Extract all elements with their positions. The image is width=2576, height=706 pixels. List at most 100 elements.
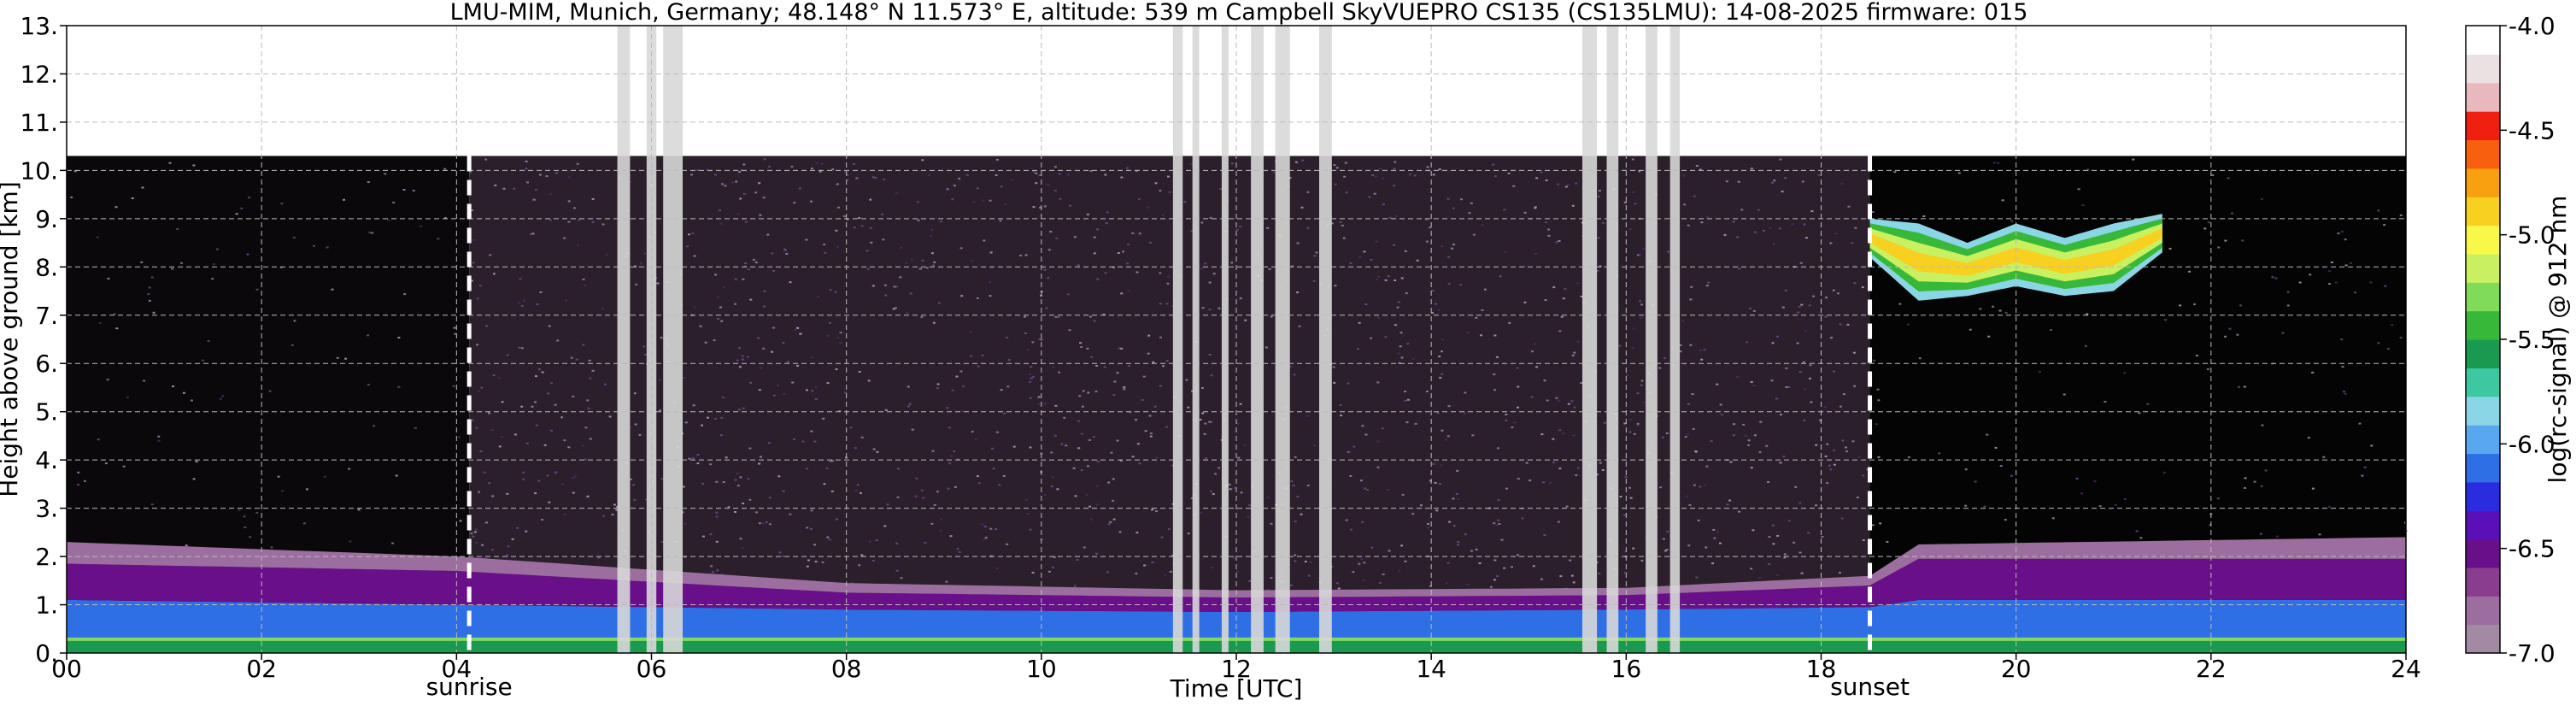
noise-pixel: [1400, 544, 1404, 547]
noise-pixel: [1444, 438, 1447, 441]
noise-pixel: [2377, 209, 2380, 212]
noise-pixel: [971, 260, 974, 262]
noise-pixel: [572, 207, 576, 209]
data-gap: [1192, 26, 1200, 653]
noise-pixel: [371, 232, 374, 234]
noise-pixel: [1043, 493, 1047, 496]
noise-pixel: [1810, 210, 1814, 213]
noise-pixel: [807, 559, 810, 562]
noise-pixel: [1771, 524, 1775, 527]
noise-pixel: [936, 491, 939, 493]
noise-pixel: [930, 235, 933, 237]
noise-pixel: [611, 514, 614, 515]
noise-pixel: [2259, 532, 2262, 535]
noise-pixel: [643, 345, 646, 348]
noise-pixel: [1516, 367, 1519, 369]
noise-pixel: [1296, 242, 1300, 244]
noise-pixel: [1047, 184, 1050, 186]
noise-pixel: [883, 178, 886, 180]
noise-pixel: [1349, 262, 1353, 264]
noise-pixel: [2260, 485, 2263, 487]
noise-pixel: [930, 252, 934, 255]
noise-pixel: [1808, 304, 1811, 307]
noise-pixel: [1379, 168, 1382, 170]
noise-pixel: [190, 399, 193, 402]
noise-pixel: [920, 315, 924, 318]
noise-pixel: [1434, 303, 1437, 305]
noise-pixel: [1723, 234, 1727, 236]
noise-pixel: [995, 528, 997, 531]
noise-pixel: [1983, 505, 1986, 508]
noise-pixel: [1747, 439, 1751, 442]
noise-pixel: [1824, 455, 1828, 457]
noise-pixel: [534, 189, 537, 191]
noise-pixel: [373, 425, 376, 427]
noise-pixel: [2168, 247, 2172, 250]
noise-pixel: [1073, 236, 1077, 238]
data-gap: [1221, 26, 1229, 653]
noise-pixel: [976, 475, 979, 478]
noise-pixel: [1031, 572, 1035, 574]
noise-pixel: [998, 484, 1001, 486]
noise-pixel: [1149, 432, 1153, 434]
noise-pixel: [1348, 451, 1352, 454]
noise-pixel: [739, 476, 742, 479]
noise-pixel: [1426, 166, 1429, 168]
noise-pixel: [1570, 574, 1574, 577]
noise-pixel: [331, 288, 334, 291]
noise-pixel: [1659, 486, 1663, 489]
noise-pixel: [772, 270, 775, 272]
noise-pixel: [714, 174, 717, 176]
noise-pixel: [535, 375, 537, 378]
noise-pixel: [1470, 550, 1473, 552]
noise-pixel: [701, 424, 703, 427]
noise-pixel: [701, 482, 705, 485]
noise-pixel: [1388, 550, 1391, 552]
noise-pixel: [1349, 474, 1353, 477]
noise-pixel: [176, 228, 179, 230]
noise-pixel: [874, 177, 877, 179]
noise-pixel: [790, 165, 794, 168]
noise-pixel: [1744, 435, 1747, 438]
noise-pixel: [1043, 205, 1047, 208]
noise-pixel: [921, 159, 924, 162]
noise-pixel: [869, 198, 872, 201]
noise-pixel: [192, 164, 196, 167]
noise-pixel: [1413, 174, 1417, 177]
noise-pixel: [1636, 392, 1640, 395]
noise-pixel: [77, 471, 80, 474]
noise-pixel: [1752, 309, 1756, 312]
noise-pixel: [798, 187, 801, 190]
noise-pixel: [148, 286, 151, 289]
noise-pixel: [255, 288, 259, 291]
noise-pixel: [692, 404, 695, 407]
noise-pixel: [1294, 521, 1297, 523]
noise-pixel: [1552, 286, 1556, 289]
noise-pixel: [1799, 371, 1802, 374]
noise-pixel: [1558, 330, 1562, 332]
noise-pixel: [1719, 403, 1722, 406]
noise-pixel: [752, 258, 755, 261]
noise-pixel: [575, 358, 578, 361]
noise-pixel: [1712, 529, 1716, 531]
noise-pixel: [1374, 175, 1377, 178]
noise-pixel: [2260, 197, 2263, 200]
noise-pixel: [1352, 571, 1355, 574]
noise-pixel: [739, 538, 742, 540]
noise-pixel: [741, 547, 744, 550]
noise-pixel: [560, 483, 564, 485]
noise-pixel: [1002, 474, 1006, 477]
noise-pixel: [1684, 436, 1687, 438]
noise-pixel: [1529, 479, 1532, 482]
noise-pixel: [2010, 474, 2013, 477]
noise-pixel: [83, 479, 86, 482]
noise-pixel: [397, 385, 401, 388]
noise-pixel: [2399, 214, 2403, 216]
noise-pixel: [1446, 435, 1450, 438]
noise-pixel: [1493, 522, 1496, 525]
noise-pixel: [1683, 203, 1687, 206]
noise-pixel: [920, 489, 924, 491]
noise-pixel: [1375, 240, 1378, 243]
noise-pixel: [2343, 391, 2345, 393]
noise-pixel: [1575, 182, 1578, 185]
